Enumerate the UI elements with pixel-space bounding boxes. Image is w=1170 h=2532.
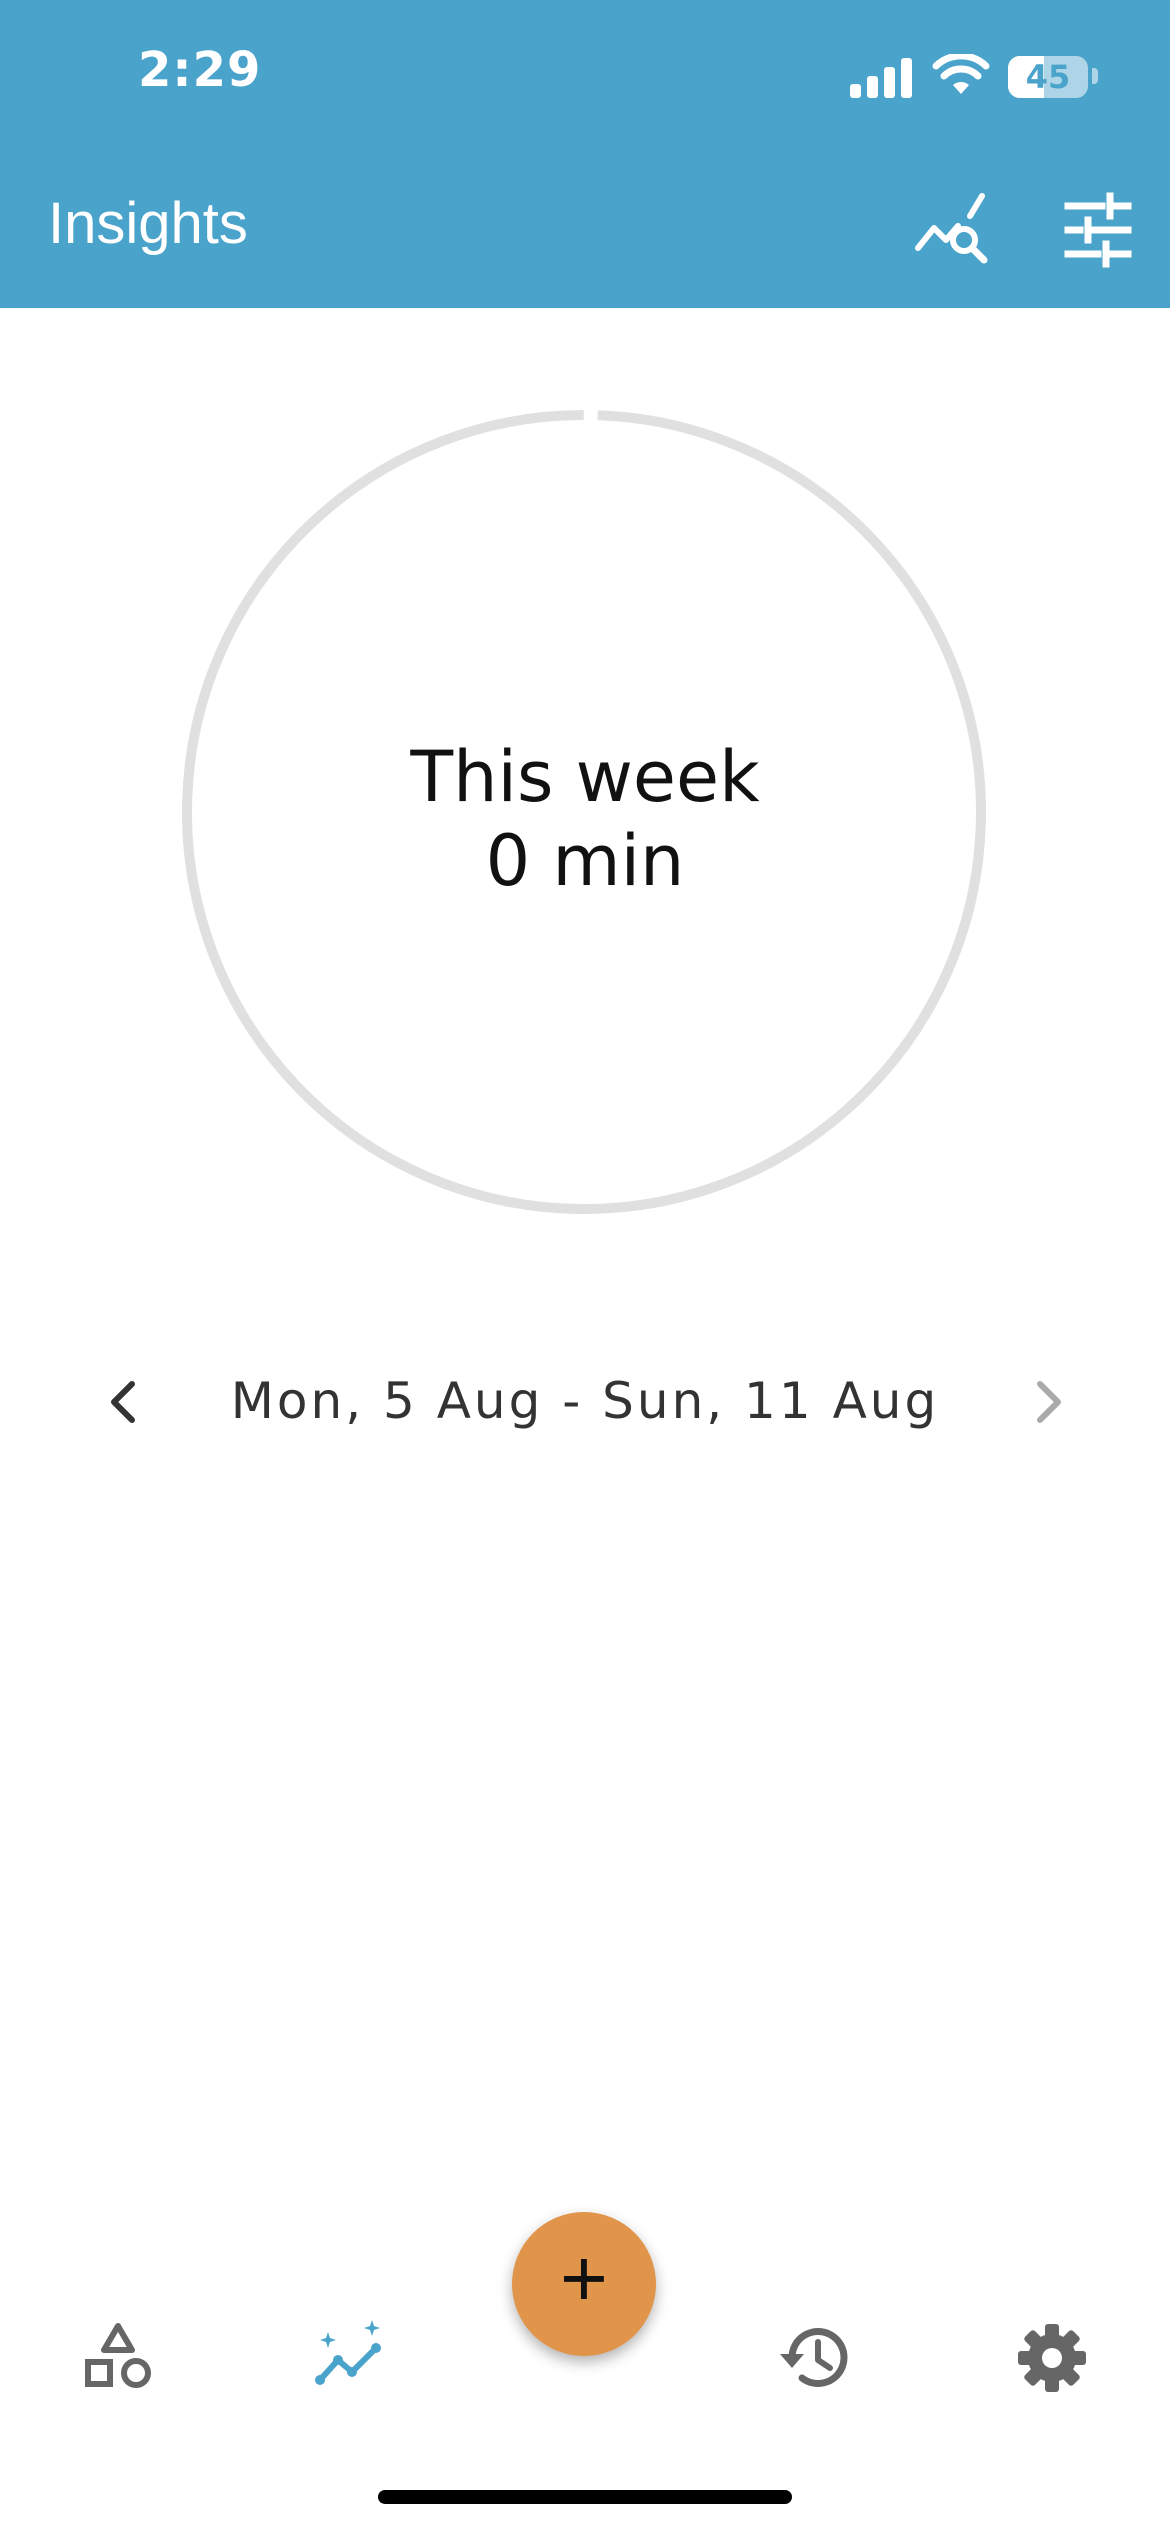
tune-sliders-icon[interactable]	[1058, 190, 1138, 270]
home-indicator	[378, 2490, 792, 2504]
status-time: 2:29	[138, 42, 262, 98]
insights-chart-icon[interactable]	[310, 2318, 390, 2398]
battery-level: 45	[1025, 58, 1071, 96]
status-icons: 45	[850, 52, 1098, 102]
chart-search-icon[interactable]	[912, 190, 992, 270]
history-icon[interactable]	[776, 2318, 856, 2398]
battery-icon: 45	[1008, 56, 1088, 98]
chevron-right-icon[interactable]	[1018, 1374, 1078, 1430]
summary-value: 0 min	[485, 820, 685, 902]
wifi-icon	[932, 54, 990, 94]
plus-icon: +	[560, 2233, 608, 2324]
add-button[interactable]: +	[512, 2212, 656, 2356]
shapes-icon[interactable]	[78, 2318, 158, 2398]
summary-label: This week	[410, 736, 760, 818]
cellular-signal-icon	[850, 58, 914, 98]
page-title: Insights	[48, 191, 248, 256]
gear-icon[interactable]	[1012, 2318, 1092, 2398]
week-range: Mon, 5 Aug - Sun, 11 Aug	[230, 1372, 940, 1430]
app-header: 2:29 45 Insights	[0, 0, 1170, 308]
